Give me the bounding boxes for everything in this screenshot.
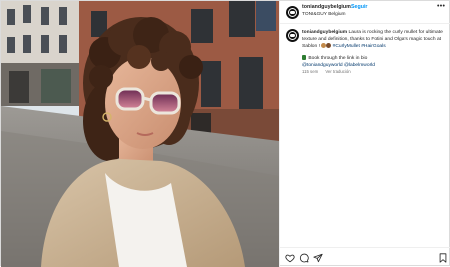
- caption-hashtags[interactable]: #CurlyMullet #HairGoals: [333, 44, 386, 49]
- heart-icon[interactable]: [285, 253, 295, 263]
- post-sidebar: toniandguybelgium • Seguir TONI&GUY Belg…: [279, 1, 450, 267]
- emoji-icon: [326, 43, 332, 49]
- post-time: 115 sem: [302, 69, 319, 74]
- post-photo[interactable]: [1, 1, 279, 267]
- caption-meta: 115 sem Ver tradución: [302, 69, 351, 74]
- book-icon: [302, 55, 306, 60]
- header-location[interactable]: TONI&GUY Belgium: [302, 12, 346, 17]
- caption-mentions[interactable]: @toniandguyworld @labelmworld: [302, 63, 375, 68]
- caption-text-block: toniandguybelgium Laura is rocking the c…: [302, 29, 446, 50]
- photo-image: [1, 1, 279, 267]
- translation-link[interactable]: Ver tradución: [325, 69, 350, 74]
- caption-username[interactable]: toniandguybelgium: [302, 30, 347, 35]
- header-username[interactable]: toniandguybelgium: [302, 4, 351, 10]
- comment-icon[interactable]: [299, 253, 309, 263]
- post-header: toniandguybelgium • Seguir TONI&GUY Belg…: [280, 1, 450, 24]
- follow-button[interactable]: Seguir: [351, 4, 367, 10]
- post-actions: [280, 247, 450, 267]
- more-options-icon[interactable]: •••: [437, 3, 447, 12]
- caption-avatar[interactable]: [286, 29, 299, 42]
- share-icon[interactable]: [313, 253, 323, 263]
- instagram-post-dialog: toniandguybelgium • Seguir TONI&GUY Belg…: [0, 0, 450, 267]
- bookmark-icon[interactable]: [438, 253, 448, 263]
- profile-avatar[interactable]: [286, 6, 299, 19]
- booking-text: Book through the link in bio: [308, 56, 368, 61]
- header-separator: •: [346, 4, 348, 10]
